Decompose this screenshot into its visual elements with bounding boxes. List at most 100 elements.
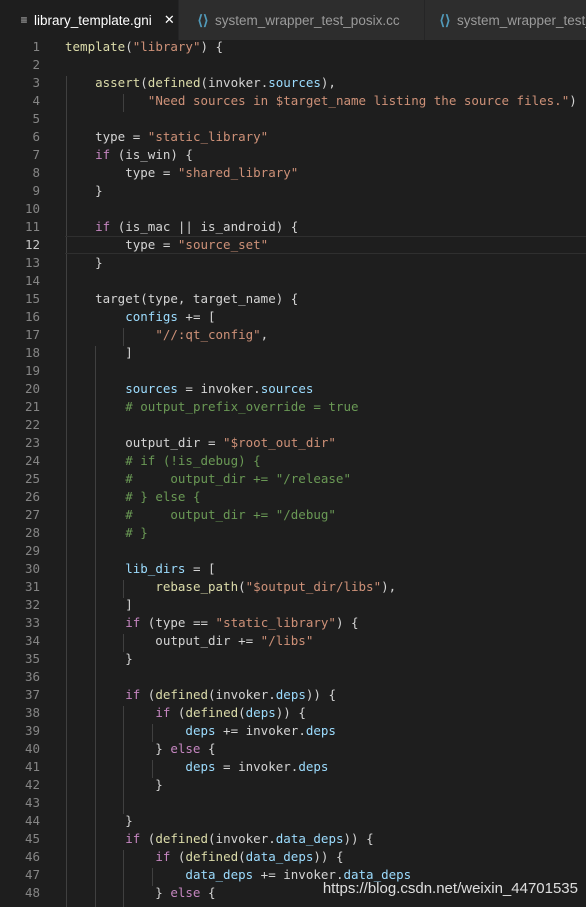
- line-number: 12: [24, 237, 40, 252]
- line-number: 45: [24, 831, 40, 846]
- code-line[interactable]: 30 lib_dirs = [: [0, 560, 586, 578]
- line-number: 36: [24, 669, 40, 684]
- line-number: 15: [24, 291, 40, 306]
- code-text: template("library") {: [65, 40, 224, 54]
- line-number: 48: [24, 885, 40, 900]
- tab-library-template[interactable]: ≡ library_template.gni ✕: [0, 0, 179, 40]
- code-line[interactable]: 32 ]: [0, 596, 586, 614]
- code-line[interactable]: 1 template("library") {: [0, 40, 586, 56]
- code-text: type = "static_library": [65, 129, 269, 144]
- line-number: 22: [24, 417, 40, 432]
- code-line[interactable]: 28 # }: [0, 524, 586, 542]
- code-text: rebase_path("$output_dir/libs"),: [155, 579, 397, 594]
- code-line[interactable]: 11 if (is_mac || is_android) {: [0, 218, 586, 236]
- code-line[interactable]: 7 if (is_win) {: [0, 146, 586, 164]
- tab-label: system_wrapper_test_: [457, 12, 586, 28]
- line-number: 38: [24, 705, 40, 720]
- line-number: 42: [24, 777, 40, 792]
- code-text: configs += [: [125, 309, 216, 324]
- code-line[interactable]: 35 }: [0, 650, 586, 668]
- code-lines: 1 template("library") {2 3 assert(defined(…: [0, 40, 586, 902]
- line-number: 32: [24, 597, 40, 612]
- code-text: deps = invoker.deps: [185, 759, 329, 774]
- watermark: https://blog.csdn.net/weixin_44701535: [322, 880, 578, 897]
- code-line[interactable]: 44 }: [0, 812, 586, 830]
- code-line[interactable]: 40 } else {: [0, 740, 586, 758]
- code-line[interactable]: 45 if (defined(invoker.data_deps)) {: [0, 830, 586, 848]
- code-text: } else {: [65, 885, 216, 900]
- code-line[interactable]: 8 type = "shared_library": [0, 164, 586, 182]
- code-line[interactable]: 12 type = "source_set": [0, 236, 586, 254]
- code-line[interactable]: 15 target(type, target_name) {: [0, 290, 586, 308]
- code-line[interactable]: 37 if (defined(invoker.deps)) {: [0, 686, 586, 704]
- code-line[interactable]: 24 # if (!is_debug) {: [0, 452, 586, 470]
- code-line[interactable]: 23 output_dir = "$root_out_dir": [0, 434, 586, 452]
- code-line[interactable]: 31 rebase_path("$output_dir/libs"),: [0, 578, 586, 596]
- code-text: target(type, target_name) {: [65, 291, 299, 306]
- code-text: if (defined(invoker.data_deps)) {: [125, 831, 374, 846]
- code-line[interactable]: 41 deps = invoker.deps: [0, 758, 586, 776]
- code-line[interactable]: 36: [0, 668, 586, 686]
- line-number: 14: [24, 273, 40, 288]
- code-line[interactable]: 9 }: [0, 182, 586, 200]
- code-line[interactable]: 42 }: [0, 776, 586, 794]
- code-line[interactable]: 4 "Need sources in $target_name listing …: [0, 92, 586, 110]
- line-number: 34: [24, 633, 40, 648]
- cpp-file-icon: ⟨⟩: [197, 11, 209, 28]
- code-text: sources = invoker.sources: [125, 381, 314, 396]
- code-line[interactable]: 34 output_dir += "/libs": [0, 632, 586, 650]
- close-icon[interactable]: ✕: [164, 12, 175, 28]
- line-number: 37: [24, 687, 40, 702]
- code-line[interactable]: 29: [0, 542, 586, 560]
- line-number: 28: [24, 525, 40, 540]
- line-number: 46: [24, 849, 40, 864]
- line-number: 2: [32, 57, 40, 72]
- line-number: 11: [24, 219, 40, 234]
- code-line[interactable]: 17 "//:qt_config",: [0, 326, 586, 344]
- code-text: assert(defined(invoker.sources),: [95, 75, 336, 90]
- code-line[interactable]: 3 assert(defined(invoker.sources),: [0, 74, 586, 92]
- code-text: if (is_win) {: [95, 147, 193, 162]
- code-text: output_dir += "/libs": [65, 633, 314, 648]
- code-line[interactable]: 22: [0, 416, 586, 434]
- line-number: 35: [24, 651, 40, 666]
- code-line[interactable]: 10: [0, 200, 586, 218]
- code-line[interactable]: 19: [0, 362, 586, 380]
- line-number: 41: [24, 759, 40, 774]
- code-editor[interactable]: 1 template("library") {2 3 assert(defined(…: [0, 40, 586, 907]
- code-line[interactable]: 14: [0, 272, 586, 290]
- code-line[interactable]: 18 ]: [0, 344, 586, 362]
- line-number: 10: [24, 201, 40, 216]
- code-text: ]: [65, 597, 133, 612]
- code-text: if (defined(deps)) {: [155, 705, 306, 720]
- line-number: 21: [24, 399, 40, 414]
- code-line[interactable]: 20 sources = invoker.sources: [0, 380, 586, 398]
- line-number: 20: [24, 381, 40, 396]
- code-line[interactable]: 27 # output_dir += "/debug": [0, 506, 586, 524]
- code-line[interactable]: 16 configs += [: [0, 308, 586, 326]
- code-line[interactable]: 38 if (defined(deps)) {: [0, 704, 586, 722]
- tab-system-wrapper-test-more[interactable]: ⟨⟩ system_wrapper_test_: [425, 0, 586, 40]
- code-line[interactable]: 5: [0, 110, 586, 128]
- line-number: 3: [32, 75, 40, 90]
- line-number: 43: [24, 795, 40, 810]
- line-number: 27: [24, 507, 40, 522]
- code-line[interactable]: 25 # output_dir += "/release": [0, 470, 586, 488]
- code-line[interactable]: 2: [0, 56, 586, 74]
- code-text: # output_dir += "/debug": [125, 507, 336, 522]
- code-text: type = "source_set": [65, 237, 269, 252]
- code-text: if (defined(invoker.deps)) {: [125, 687, 336, 702]
- code-line[interactable]: 13 }: [0, 254, 586, 272]
- code-line[interactable]: 43: [0, 794, 586, 812]
- code-line[interactable]: 6 type = "static_library": [0, 128, 586, 146]
- tab-system-wrapper-test-posix[interactable]: ⟨⟩ system_wrapper_test_posix.cc: [179, 0, 425, 40]
- code-line[interactable]: 33 if (type == "static_library") {: [0, 614, 586, 632]
- line-number: 47: [24, 867, 40, 882]
- code-text: if (defined(data_deps)) {: [155, 849, 344, 864]
- code-line[interactable]: 46 if (defined(data_deps)) {: [0, 848, 586, 866]
- code-text: }: [65, 183, 103, 198]
- code-line[interactable]: 39 deps += invoker.deps: [0, 722, 586, 740]
- code-line[interactable]: 21 # output_prefix_override = true: [0, 398, 586, 416]
- code-line[interactable]: 26 # } else {: [0, 488, 586, 506]
- line-number: 18: [24, 345, 40, 360]
